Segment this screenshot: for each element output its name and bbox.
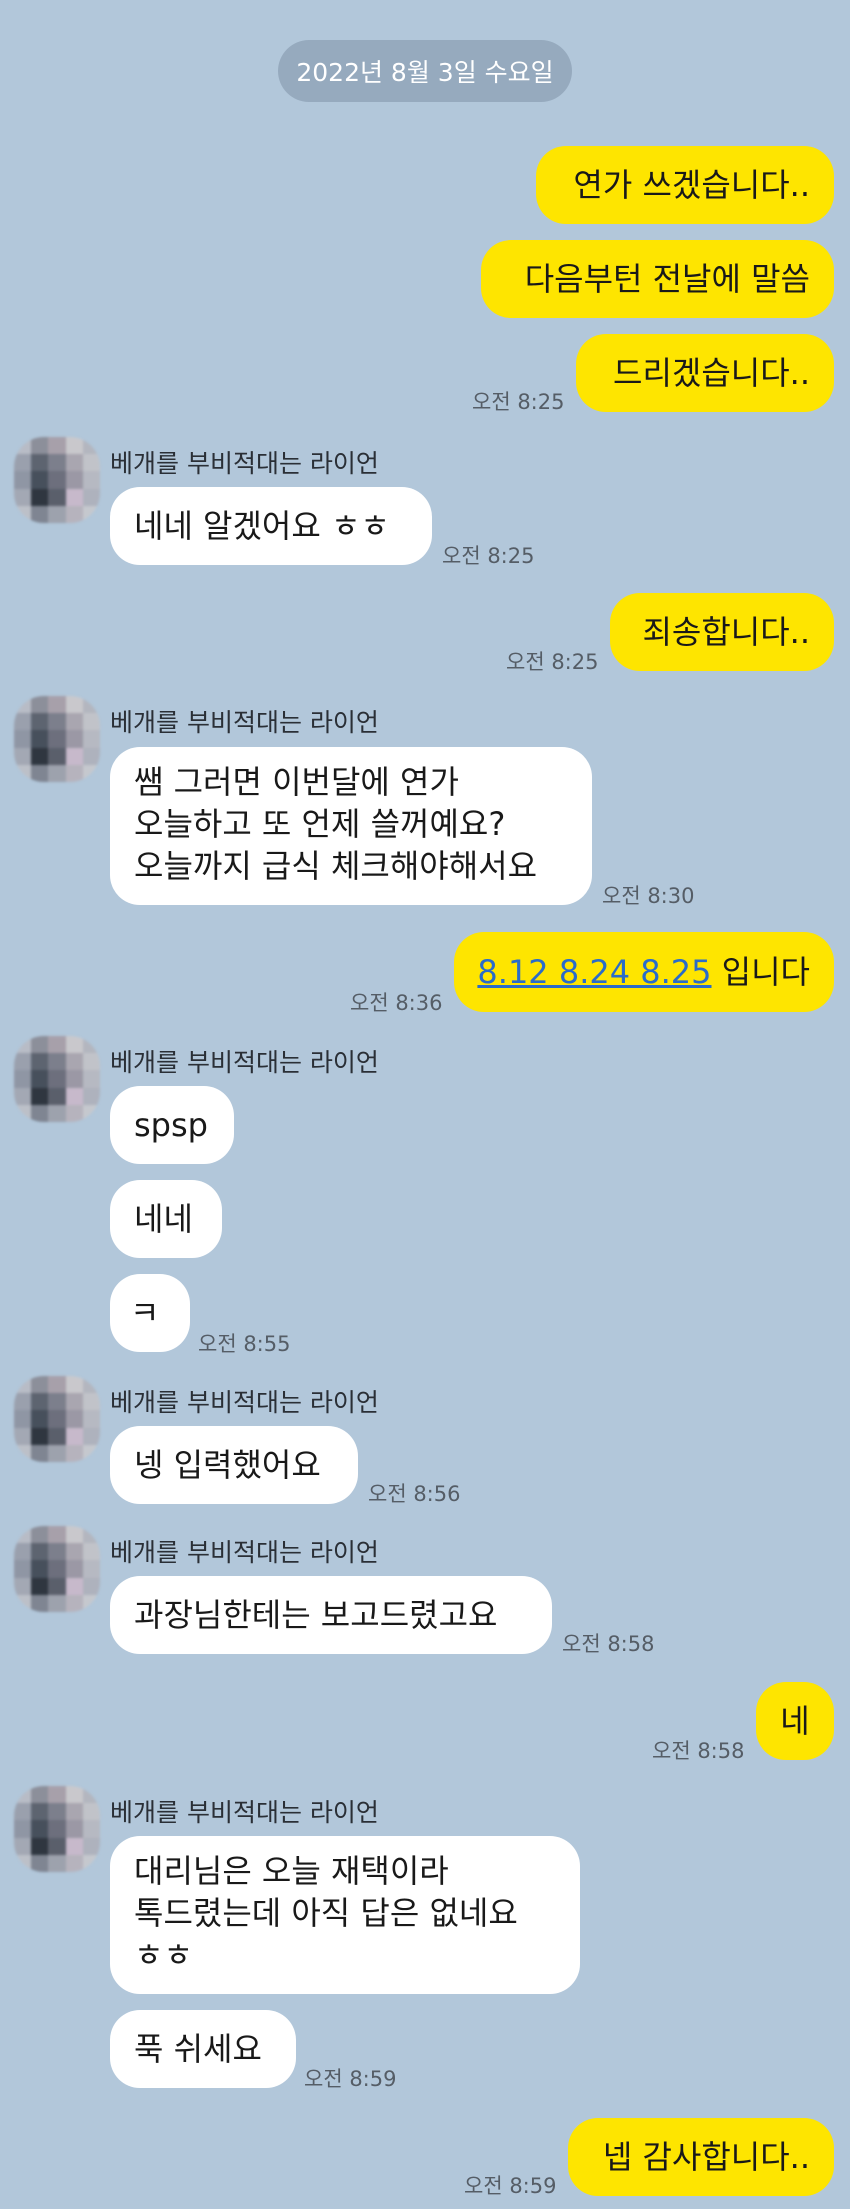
date-link[interactable]: 8.12 8.24 8.25 [477, 951, 711, 993]
message-text-line: 오늘까지 급식 체크해야해서요 [134, 847, 538, 885]
message-text-line: 오늘하고 또 언제 쓸꺼예요? [134, 805, 506, 843]
message-text-line: 톡드렸는데 아직 답은 없네요 [134, 1894, 518, 1932]
avatar-icon[interactable] [14, 1376, 100, 1462]
incoming-message[interactable]: 네네 알겠어요 ㅎㅎ [110, 487, 432, 565]
incoming-message[interactable]: 쌤 그러면 이번달에 연가 오늘하고 또 언제 쓸꺼예요? 오늘까지 급식 체크… [110, 747, 592, 905]
message-text: 죄송합니다.. [642, 613, 810, 651]
message-timestamp: 오전 8:25 [472, 390, 565, 414]
incoming-message[interactable]: 대리님은 오늘 재택이라 톡드렸는데 아직 답은 없네요 ㅎㅎ [110, 1836, 580, 1994]
message-timestamp: 오전 8:55 [198, 1332, 291, 1356]
incoming-message[interactable]: spsp [110, 1086, 234, 1164]
date-divider: 2022년 8월 3일 수요일 [278, 40, 572, 102]
sender-name: 베개를 부비적대는 라이언 [110, 1538, 379, 1567]
message-timestamp: 오전 8:36 [350, 991, 443, 1015]
sender-name: 베개를 부비적대는 라이언 [110, 449, 379, 478]
message-text-line: 대리님은 오늘 재택이라 [134, 1852, 449, 1890]
avatar-icon[interactable] [14, 1036, 100, 1122]
incoming-message[interactable]: 네네 [110, 1180, 222, 1258]
message-text: 네네 알겠어요 ㅎㅎ [134, 507, 390, 545]
avatar-icon[interactable] [14, 696, 100, 782]
avatar-icon[interactable] [14, 437, 100, 523]
message-text: 드리겠습니다.. [613, 354, 810, 392]
outgoing-message[interactable]: 넵 감사합니다.. [568, 2118, 834, 2196]
outgoing-message[interactable]: 8.12 8.24 8.25 입니다 [454, 932, 834, 1012]
incoming-message[interactable]: 과장님한테는 보고드렸고요 [110, 1576, 552, 1654]
message-timestamp: 오전 8:59 [464, 2174, 557, 2198]
message-text: 연가 쓰겠습니다.. [573, 166, 810, 204]
message-text-line: 쌤 그러면 이번달에 연가 [134, 763, 459, 801]
message-timestamp: 오전 8:25 [506, 650, 599, 674]
message-text: 네 [780, 1702, 810, 1740]
sender-name: 베개를 부비적대는 라이언 [110, 1798, 379, 1827]
message-timestamp: 오전 8:58 [562, 1632, 655, 1656]
message-text: 넵 감사합니다.. [602, 2138, 810, 2176]
outgoing-message[interactable]: 드리겠습니다.. [576, 334, 834, 412]
message-timestamp: 오전 8:25 [442, 544, 535, 568]
outgoing-message[interactable]: 네 [756, 1682, 834, 1760]
outgoing-message[interactable]: 죄송합니다.. [610, 593, 834, 671]
avatar-icon[interactable] [14, 1526, 100, 1612]
message-text: 푹 쉬세요 [134, 2030, 262, 2068]
sender-name: 베개를 부비적대는 라이언 [110, 1388, 379, 1417]
message-timestamp: 오전 8:56 [368, 1482, 461, 1506]
incoming-message[interactable]: 넹 입력했어요 [110, 1426, 358, 1504]
message-text-line: ㅎㅎ [134, 1936, 193, 1974]
sender-name: 베개를 부비적대는 라이언 [110, 1048, 379, 1077]
avatar-icon[interactable] [14, 1786, 100, 1872]
message-text: 다음부턴 전날에 말씀 [524, 260, 810, 298]
sender-name: 베개를 부비적대는 라이언 [110, 708, 379, 737]
outgoing-message[interactable]: 연가 쓰겠습니다.. [536, 146, 834, 224]
message-text: 네네 [134, 1200, 193, 1238]
message-timestamp: 오전 8:59 [304, 2067, 397, 2091]
message-timestamp: 오전 8:30 [602, 884, 695, 908]
outgoing-message[interactable]: 다음부턴 전날에 말씀 [481, 240, 834, 318]
incoming-message[interactable]: 푹 쉬세요 [110, 2010, 296, 2088]
message-text: 넹 입력했어요 [134, 1446, 321, 1484]
message-text: spsp [134, 1106, 208, 1144]
message-text: ㅋ [130, 1294, 160, 1332]
message-timestamp: 오전 8:58 [652, 1739, 745, 1763]
message-text: 과장님한테는 보고드렸고요 [134, 1596, 498, 1634]
message-text: 입니다 [711, 953, 810, 991]
incoming-message[interactable]: ㅋ [110, 1274, 190, 1352]
